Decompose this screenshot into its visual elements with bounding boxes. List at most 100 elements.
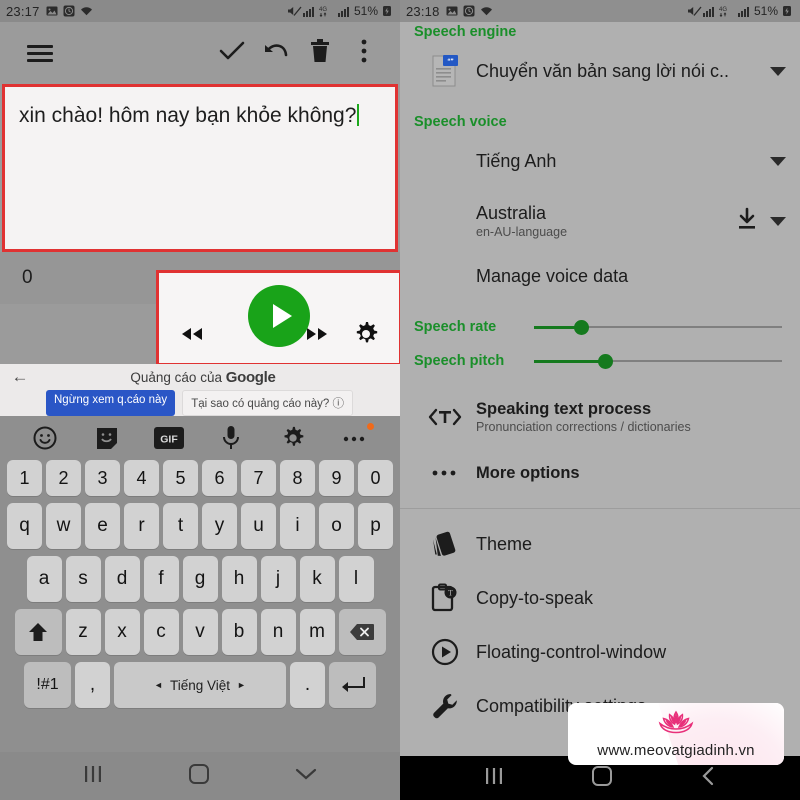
chevron-down-icon[interactable] [770, 66, 786, 76]
speech-rate-slider[interactable] [534, 318, 782, 336]
key-b[interactable]: b [221, 609, 257, 655]
undo-button[interactable] [254, 31, 298, 75]
clock-icon [63, 5, 75, 17]
text-input-content[interactable]: xin chào! hôm nay bạn khỏe không? [5, 87, 395, 131]
key-9[interactable]: 9 [319, 460, 354, 496]
row-copy-to-speak[interactable]: T Copy-to-speak [400, 571, 800, 625]
space-prev-arrow[interactable]: ◄ [154, 680, 163, 690]
recents-icon[interactable] [82, 764, 104, 789]
key-y[interactable]: y [202, 503, 237, 549]
key-1[interactable]: 1 [7, 460, 42, 496]
microphone-icon[interactable] [214, 423, 248, 453]
key-3[interactable]: 3 [85, 460, 120, 496]
confirm-button[interactable] [210, 31, 254, 75]
back-icon[interactable] [699, 765, 717, 792]
screenshot-root: 23:17 4G 51% xin chào! hôm nay bạn khỏe … [0, 0, 800, 800]
menu-button[interactable] [18, 31, 62, 75]
emoji-icon[interactable] [28, 423, 62, 453]
key-4[interactable]: 4 [124, 460, 159, 496]
text-process-icon [414, 407, 476, 427]
speech-pitch-slider[interactable] [534, 352, 782, 370]
row-more-options[interactable]: More options [400, 446, 800, 500]
key-f[interactable]: f [143, 556, 179, 602]
key-p[interactable]: p [358, 503, 393, 549]
shift-key[interactable] [14, 609, 62, 655]
period-key[interactable]: . [290, 662, 325, 708]
row-voice-region[interactable]: Australia en-AU-language [400, 192, 800, 250]
key-z[interactable]: z [65, 609, 101, 655]
slider-knob[interactable] [598, 354, 614, 369]
space-key[interactable]: ◄ Tiếng Việt ► [114, 662, 286, 708]
key-7[interactable]: 7 [241, 460, 276, 496]
keyboard-row-home: a s d f g h j k l [3, 556, 397, 602]
key-w[interactable]: w [46, 503, 81, 549]
key-r[interactable]: r [124, 503, 159, 549]
key-2[interactable]: 2 [46, 460, 81, 496]
key-o[interactable]: o [319, 503, 354, 549]
ad-back-button[interactable]: ← [6, 367, 34, 387]
download-icon[interactable] [736, 207, 758, 236]
key-l[interactable]: l [338, 556, 374, 602]
comma-key[interactable]: , [75, 662, 110, 708]
slider-knob[interactable] [573, 320, 589, 335]
row-floating-control-window[interactable]: Floating-control-window [400, 625, 800, 679]
key-5[interactable]: 5 [163, 460, 198, 496]
delete-button[interactable] [298, 31, 342, 75]
key-h[interactable]: h [221, 556, 257, 602]
key-n[interactable]: n [260, 609, 296, 655]
key-t[interactable]: t [163, 503, 198, 549]
key-e[interactable]: e [85, 503, 120, 549]
speaking-text-process-title: Speaking text process [476, 400, 652, 418]
play-button[interactable] [248, 285, 310, 347]
backspace-key[interactable] [338, 609, 386, 655]
row-speech-pitch: Speech pitch [400, 344, 800, 378]
player-settings-button[interactable] [347, 321, 385, 351]
chevron-down-icon[interactable] [770, 156, 786, 166]
wrench-icon [414, 691, 476, 721]
key-8[interactable]: 8 [280, 460, 315, 496]
more-icon[interactable] [338, 423, 374, 453]
gif-icon[interactable]: GIF [152, 423, 186, 453]
key-q[interactable]: q [7, 503, 42, 549]
key-i[interactable]: i [280, 503, 315, 549]
key-d[interactable]: d [104, 556, 140, 602]
key-a[interactable]: a [26, 556, 62, 602]
home-icon[interactable] [590, 764, 614, 793]
chevron-down-icon[interactable] [770, 216, 786, 226]
voice-region-code: en-AU-language [476, 225, 568, 239]
symbols-key[interactable]: !#1 [24, 662, 71, 708]
key-6[interactable]: 6 [202, 460, 237, 496]
recents-icon[interactable] [483, 766, 505, 791]
key-u[interactable]: u [241, 503, 276, 549]
collapse-icon[interactable] [294, 765, 318, 788]
key-c[interactable]: c [143, 609, 179, 655]
more-options-title: More options [476, 463, 580, 482]
ad-why-button[interactable]: Tại sao có quảng cáo này? ⓘ [182, 390, 353, 416]
key-s[interactable]: s [65, 556, 101, 602]
character-counter: 0 [22, 267, 33, 288]
sticker-icon[interactable] [90, 423, 124, 453]
ad-stop-button[interactable]: Ngừng xem q.cáo này [46, 390, 176, 416]
text-input-area[interactable]: xin chào! hôm nay bạn khỏe không? [2, 84, 398, 252]
key-0[interactable]: 0 [358, 460, 393, 496]
row-voice-language[interactable]: Tiếng Anh [400, 130, 800, 192]
wifi-icon [80, 5, 92, 17]
row-manage-voice-data[interactable]: Manage voice data [400, 250, 800, 302]
home-icon[interactable] [187, 762, 211, 791]
row-speaking-text-process[interactable]: Speaking text process Pronunciation corr… [400, 388, 800, 446]
svg-text:4G: 4G [719, 7, 727, 13]
key-g[interactable]: g [182, 556, 218, 602]
key-x[interactable]: x [104, 609, 140, 655]
enter-key[interactable] [329, 662, 376, 708]
key-v[interactable]: v [182, 609, 218, 655]
status-time-right: 23:18 [406, 3, 440, 19]
row-speech-engine[interactable]: ❝❞ Chuyển văn bản sang lời nói c.. [400, 40, 800, 102]
key-m[interactable]: m [299, 609, 335, 655]
overflow-menu-button[interactable] [342, 31, 386, 75]
row-theme[interactable]: Theme [400, 517, 800, 571]
keyboard-gear-icon[interactable] [276, 423, 310, 453]
key-k[interactable]: k [299, 556, 335, 602]
key-j[interactable]: j [260, 556, 296, 602]
space-next-arrow[interactable]: ► [237, 680, 246, 690]
rewind-button[interactable] [173, 321, 211, 351]
